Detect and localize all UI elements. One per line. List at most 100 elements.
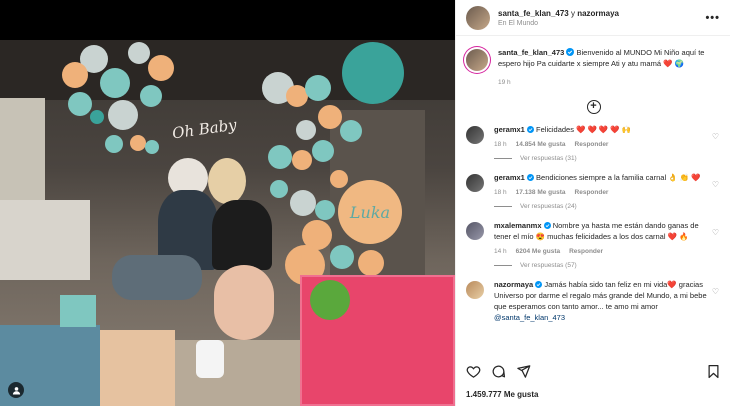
balloon [318, 105, 342, 129]
view-replies-label: Ver respuestas (24) [520, 203, 577, 210]
heart-icon[interactable]: ♡ [712, 180, 719, 189]
header-users: santa_fe_klan_473 y nazormaya [498, 9, 705, 18]
balloon [90, 110, 104, 124]
comment-likes[interactable]: 6204 Me gusta [516, 248, 560, 255]
comment-author-link[interactable]: mxalemanmx [494, 221, 542, 230]
balloon [358, 250, 384, 276]
comment-icon[interactable] [491, 364, 506, 379]
avatar[interactable] [466, 281, 484, 299]
comment-text-block: mxalemanmx Nombre ya hasta me están dand… [494, 220, 707, 242]
comment-likes[interactable]: 14.854 Me gusta [516, 141, 566, 148]
plus-circle-icon: + [586, 100, 601, 114]
comment-author-link[interactable]: geramx1 [494, 173, 525, 182]
comment-meta: 14 h 6204 Me gusta Responder [494, 248, 707, 255]
replies-line [494, 158, 512, 159]
view-replies-button[interactable]: Ver respuestas (31) [494, 155, 721, 162]
balloon [330, 245, 354, 269]
reply-button[interactable]: Responder [575, 141, 609, 148]
balloon [305, 75, 331, 101]
post-photo: Luka Oh Baby [0, 40, 455, 406]
view-replies-label: Ver respuestas (31) [520, 155, 577, 162]
avatar[interactable] [466, 49, 488, 71]
verified-badge-icon [526, 126, 534, 133]
comment: mxalemanmx Nombre ya hasta me están dand… [466, 220, 721, 255]
likes-count[interactable]: 1.459.777 Me gusta [466, 390, 538, 399]
comment-body: mxalemanmx Nombre ya hasta me están dand… [494, 220, 721, 255]
person-legs [214, 265, 274, 340]
balloon [128, 42, 150, 64]
heart-icon[interactable]: ♡ [712, 132, 719, 141]
comment-text-block: geramx1 Felicidades ❤️ ❤️ ❤️ ❤️ 🙌 [494, 124, 707, 135]
comment-likes[interactable]: 17.138 Me gusta [516, 189, 566, 196]
balloon [270, 180, 288, 198]
share-icon[interactable] [516, 364, 531, 379]
comments-feed[interactable]: santa_fe_klan_473 Bienvenido al MUNDO Mi… [456, 37, 730, 355]
caption-text-block: santa_fe_klan_473 Bienvenido al MUNDO Mi… [498, 47, 707, 69]
balloon [145, 140, 159, 154]
heart-icon[interactable]: ♡ [712, 228, 719, 237]
balloon [312, 140, 334, 162]
header-text: santa_fe_klan_473 y nazormaya En El Mund… [498, 9, 705, 27]
name-balloon: Luka [338, 180, 402, 244]
comment-meta: 18 h 17.138 Me gusta Responder [494, 189, 707, 196]
view-replies-label: Ver respuestas (57) [520, 262, 577, 269]
heart-icon[interactable] [466, 364, 481, 379]
view-replies-button[interactable]: Ver respuestas (57) [494, 262, 721, 269]
load-more-comments-button[interactable]: + [466, 100, 721, 114]
reply-button[interactable]: Responder [575, 189, 609, 196]
balloon [292, 150, 312, 170]
avatar[interactable] [466, 174, 484, 192]
balloon [340, 120, 362, 142]
more-horizontal-icon[interactable]: ••• [705, 12, 720, 24]
avatar[interactable] [466, 126, 484, 144]
caption-timestamp[interactable]: 19 h [498, 79, 707, 86]
caption-author-link[interactable]: santa_fe_klan_473 [498, 48, 564, 57]
balloon [130, 135, 146, 151]
kraft-gift-box [95, 330, 175, 406]
joiner-text: y [570, 8, 575, 18]
comment-time[interactable]: 18 h [494, 141, 507, 148]
action-bar [456, 362, 730, 380]
person-head-hair [208, 158, 246, 204]
post-header: santa_fe_klan_473 y nazormaya En El Mund… [456, 0, 730, 36]
verified-badge-icon [526, 174, 534, 181]
balloon [108, 100, 138, 130]
avatar[interactable] [466, 5, 490, 30]
comment-text-block: nazormaya Jamás había sido tan feliz en … [494, 279, 707, 323]
balloon [62, 62, 88, 88]
balloon [315, 200, 335, 220]
green-bow [310, 280, 350, 320]
collab-author-link[interactable]: nazormaya [577, 9, 619, 18]
person-dress [212, 200, 272, 270]
comment-author-link[interactable]: nazormaya [494, 280, 533, 289]
balloon [330, 170, 348, 188]
user-tag-button[interactable] [8, 382, 24, 398]
comment-time[interactable]: 18 h [494, 189, 507, 196]
view-replies-button[interactable]: Ver respuestas (24) [494, 203, 721, 210]
heart-icon[interactable]: ♡ [712, 287, 719, 296]
mention-link[interactable]: @santa_fe_klan_473 [494, 313, 565, 322]
balloon [140, 85, 162, 107]
comment-body: geramx1 Felicidades ❤️ ❤️ ❤️ ❤️ 🙌 18 h 1… [494, 124, 721, 148]
post-media[interactable]: Luka Oh Baby [0, 0, 455, 406]
comment-time[interactable]: 14 h [494, 248, 507, 255]
author-link[interactable]: santa_fe_klan_473 [498, 9, 569, 18]
comment-author-link[interactable]: geramx1 [494, 125, 525, 134]
comment-meta: 18 h 14.854 Me gusta Responder [494, 141, 707, 148]
replies-line [494, 265, 512, 266]
comment: geramx1 Bendiciones siempre a la familia… [466, 172, 721, 196]
balloon [105, 135, 123, 153]
balloon [148, 55, 174, 81]
bookmark-icon[interactable] [706, 364, 721, 379]
comment-text: Bendiciones siempre a la familia carnal … [536, 173, 701, 182]
gift-bags [0, 200, 90, 280]
avatar[interactable] [466, 222, 484, 240]
comment: nazormaya Jamás había sido tan feliz en … [466, 279, 721, 323]
location-link[interactable]: En El Mundo [498, 20, 705, 27]
verified-badge-icon [535, 281, 543, 288]
comment-text: Felicidades ❤️ ❤️ ❤️ ❤️ 🙌 [536, 125, 632, 134]
comment-body: nazormaya Jamás había sido tan feliz en … [494, 279, 721, 323]
verified-badge-icon [566, 48, 575, 56]
balloon [290, 190, 316, 216]
reply-button[interactable]: Responder [569, 248, 603, 255]
